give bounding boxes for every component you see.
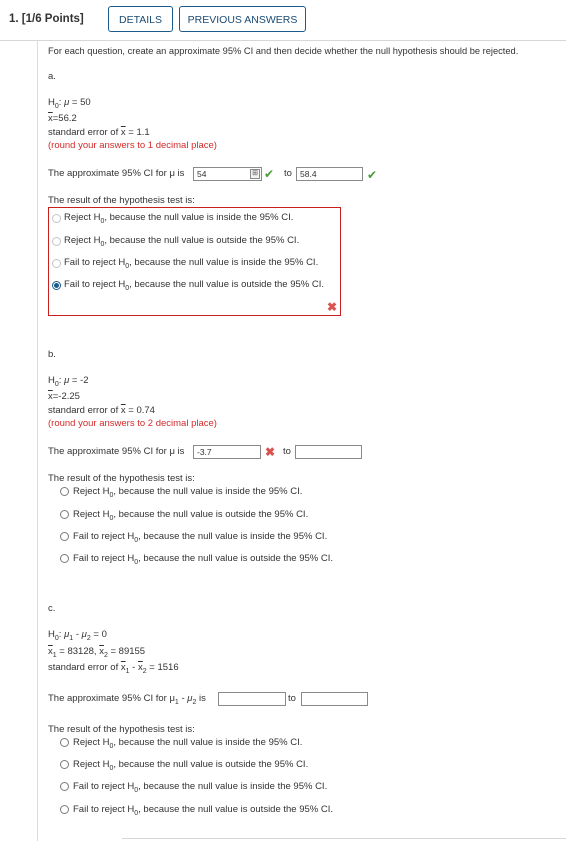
part-b-sample-mean: x=-2.25	[48, 391, 80, 402]
part-a-result-label: The result of the hypothesis test is:	[48, 195, 195, 206]
question-header: 1. [1/6 Points] DETAILS PREVIOUS ANSWERS	[0, 0, 566, 41]
part-b-option-1-label[interactable]: Reject H0, because the null value is ins…	[73, 486, 302, 499]
part-a-ci-upper-input[interactable]	[296, 167, 363, 181]
correct-check-icon: ✔	[367, 168, 378, 182]
part-c-ci-lower-input[interactable]	[218, 692, 286, 706]
question-points-label: 1. [1/6 Points]	[9, 13, 84, 25]
part-b-standard-error: standard error of x = 0.74	[48, 405, 155, 416]
incorrect-x-icon: ✖	[265, 445, 276, 459]
part-c-ci-label: The approximate 95% CI for μ1 - μ2 is	[48, 693, 206, 706]
part-c-result-label: The result of the hypothesis test is:	[48, 724, 195, 735]
part-a-option-4-label[interactable]: Fail to reject H0, because the null valu…	[64, 279, 324, 292]
part-b-null-hypothesis: H0: μ = -2	[48, 375, 89, 388]
part-c-ci-upper-input[interactable]	[301, 692, 368, 706]
part-c-option-2-label[interactable]: Reject H0, because the null value is out…	[73, 759, 308, 772]
part-b-ci-label: The approximate 95% CI for μ is	[48, 446, 185, 457]
part-c-sample-means: x1 = 83128, x2 = 89155	[48, 646, 146, 659]
part-b-ci-upper-input[interactable]	[295, 445, 362, 459]
part-b-to-label: to	[283, 446, 291, 457]
part-a-label: a.	[48, 71, 56, 82]
part-a-sample-mean: x=56.2	[48, 113, 77, 124]
part-c-option-1-radio[interactable]	[60, 738, 69, 747]
part-c-option-4-label[interactable]: Fail to reject H0, because the null valu…	[73, 804, 333, 817]
part-a-option-1-radio[interactable]	[52, 214, 61, 223]
part-a-option-2-label[interactable]: Reject H0, because the null value is out…	[64, 235, 299, 248]
question-content	[37, 40, 566, 841]
part-c-to-label: to	[288, 693, 296, 704]
part-a-null-hypothesis: H0: μ = 50	[48, 97, 91, 110]
keypad-icon[interactable]: ⊞	[250, 169, 260, 179]
part-b-rounding-note: (round your answers to 2 decimal place)	[48, 418, 217, 429]
previous-answers-button[interactable]: PREVIOUS ANSWERS	[179, 6, 306, 32]
part-b-ci-lower-input[interactable]	[193, 445, 261, 459]
part-a-standard-error: standard error of x = 1.1	[48, 127, 150, 138]
part-a-option-3-radio[interactable]	[52, 259, 61, 268]
instructions-text: For each question, create an approximate…	[48, 46, 519, 56]
part-c-null-hypothesis: H0: μ1 - μ2 = 0	[48, 629, 107, 642]
part-c-option-1-label[interactable]: Reject H0, because the null value is ins…	[73, 737, 302, 750]
part-c-standard-error: standard error of x1 - x2 = 1516	[48, 662, 179, 675]
part-b-option-4-label[interactable]: Fail to reject H0, because the null valu…	[73, 553, 333, 566]
part-a-option-1-label[interactable]: Reject H0, because the null value is ins…	[64, 212, 293, 225]
part-c-option-3-radio[interactable]	[60, 782, 69, 791]
part-c-label: c.	[48, 603, 56, 614]
part-b-option-4-radio[interactable]	[60, 554, 69, 563]
part-a-to-label: to	[284, 168, 292, 179]
part-c-option-3-label[interactable]: Fail to reject H0, because the null valu…	[73, 781, 327, 794]
incorrect-x-icon: ✖	[327, 300, 338, 314]
part-c-option-2-radio[interactable]	[60, 760, 69, 769]
part-a-option-4-radio-selected[interactable]	[52, 281, 61, 290]
part-b-option-2-label[interactable]: Reject H0, because the null value is out…	[73, 509, 308, 522]
part-b-label: b.	[48, 349, 56, 360]
part-a-ci-label: The approximate 95% CI for μ is	[48, 168, 185, 179]
part-b-option-3-label[interactable]: Fail to reject H0, because the null valu…	[73, 531, 327, 544]
bottom-divider	[122, 838, 566, 839]
part-a-option-3-label[interactable]: Fail to reject H0, because the null valu…	[64, 257, 318, 270]
part-b-option-2-radio[interactable]	[60, 510, 69, 519]
part-a-rounding-note: (round your answers to 1 decimal place)	[48, 140, 217, 151]
part-b-option-1-radio[interactable]	[60, 487, 69, 496]
part-b-option-3-radio[interactable]	[60, 532, 69, 541]
part-a-option-2-radio[interactable]	[52, 237, 61, 246]
details-button[interactable]: DETAILS	[108, 6, 173, 32]
part-c-option-4-radio[interactable]	[60, 805, 69, 814]
part-b-result-label: The result of the hypothesis test is:	[48, 473, 195, 484]
correct-check-icon: ✔	[264, 167, 275, 181]
